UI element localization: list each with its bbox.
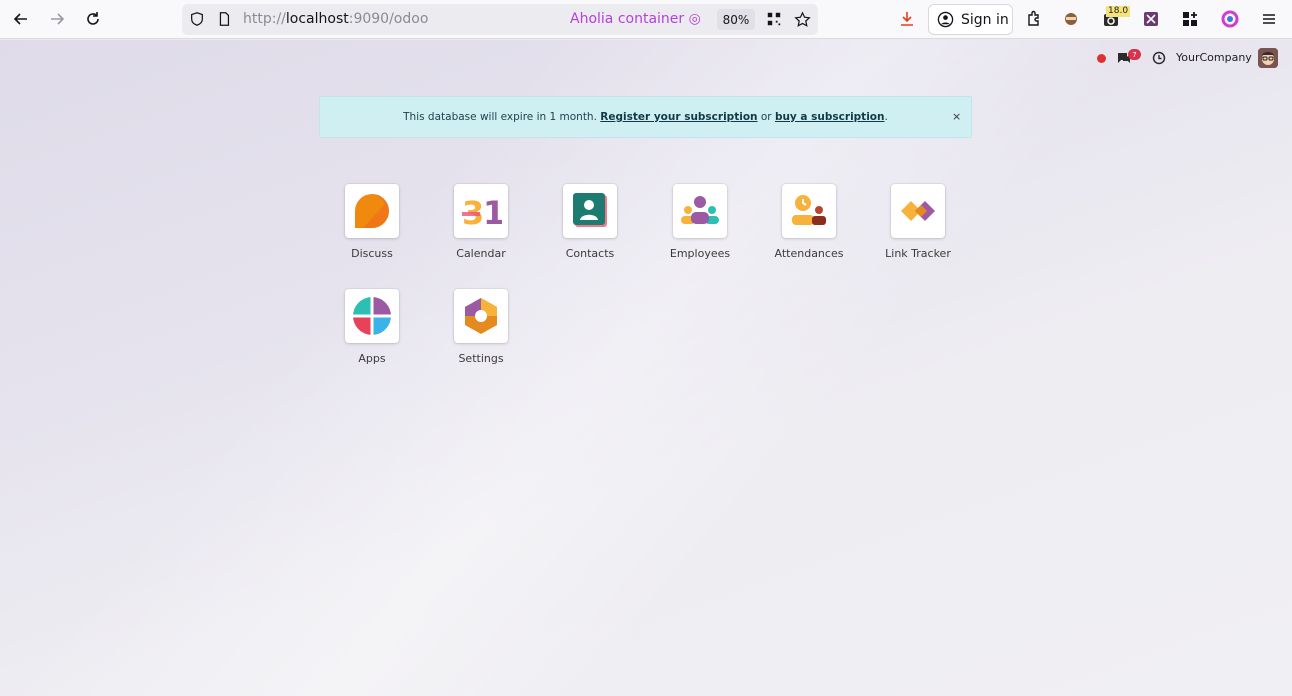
extension-odoo-debug[interactable] xyxy=(1057,5,1085,33)
qr-code-icon[interactable] xyxy=(765,10,783,28)
url-bar[interactable]: http://localhost:9090/odoo Aholia contai… xyxy=(182,4,818,35)
app-link-tracker[interactable]: Link Tracker xyxy=(868,184,968,274)
employees-icon xyxy=(681,196,719,224)
background-sheen xyxy=(0,40,1292,696)
downloads-button[interactable] xyxy=(893,5,921,33)
reload-icon xyxy=(87,12,99,25)
container-label[interactable]: Aholia container ◎ xyxy=(570,11,701,27)
page-info-icon[interactable] xyxy=(215,10,233,28)
ninja-icon xyxy=(1065,13,1077,25)
app-discuss[interactable]: Discuss xyxy=(322,184,422,274)
app-apps[interactable]: Apps xyxy=(322,289,422,379)
forward-button[interactable] xyxy=(43,5,71,33)
sign-in-button[interactable]: Sign in xyxy=(928,4,1013,35)
user-avatar[interactable] xyxy=(1258,48,1278,68)
clock-icon[interactable] xyxy=(1152,51,1166,65)
discuss-icon xyxy=(355,194,389,228)
zoom-level[interactable]: 80% xyxy=(717,9,755,30)
arrow-left-icon xyxy=(13,13,27,25)
chat-counter: 7 xyxy=(1128,49,1141,60)
apps-icon xyxy=(353,297,391,335)
odoo-home-page: 7 YourCompany This database will expire … xyxy=(0,40,1292,696)
extensions-button[interactable] xyxy=(1020,5,1048,33)
banner-message: This database will expire in 1 month. Re… xyxy=(403,111,888,123)
x-extension-icon xyxy=(1144,12,1158,26)
grid-plus-icon xyxy=(1183,12,1197,26)
link-tracker-icon xyxy=(901,201,935,221)
contacts-icon xyxy=(573,193,607,227)
shield-icon[interactable] xyxy=(188,10,206,28)
app-employees[interactable]: Employees xyxy=(650,184,750,274)
extension-color[interactable] xyxy=(1216,5,1244,33)
svg-text:1: 1 xyxy=(483,194,502,232)
bookmark-star-icon[interactable] xyxy=(793,10,811,28)
expiration-banner: This database will expire in 1 month. Re… xyxy=(319,96,972,138)
back-button[interactable] xyxy=(7,5,35,33)
reload-button[interactable] xyxy=(79,5,107,33)
app-contacts[interactable]: Contacts xyxy=(540,184,640,274)
attendances-icon xyxy=(792,195,826,225)
extension-x[interactable] xyxy=(1137,5,1165,33)
arrow-right-icon xyxy=(51,13,65,25)
url-text[interactable]: http://localhost:9090/odoo xyxy=(243,11,428,27)
puzzle-icon xyxy=(1028,10,1039,26)
download-icon xyxy=(901,12,913,26)
settings-icon xyxy=(465,298,497,334)
notification-dot[interactable] xyxy=(1097,54,1106,63)
account-icon xyxy=(937,11,954,28)
buy-subscription-link[interactable]: buy a subscription xyxy=(775,111,885,123)
app-attendances[interactable]: Attendances xyxy=(759,184,859,274)
hamburger-icon xyxy=(1263,14,1275,24)
calendar-icon: 31 xyxy=(462,194,502,232)
app-calendar[interactable]: 31 Calendar xyxy=(431,184,531,274)
extension-version-badge: 18.0 xyxy=(1106,6,1131,17)
company-switcher[interactable]: YourCompany xyxy=(1176,51,1252,64)
color-wheel-icon xyxy=(1221,10,1239,28)
fingerprint-icon: ◎ xyxy=(688,11,701,27)
banner-close-button[interactable]: × xyxy=(952,110,961,123)
register-subscription-link[interactable]: Register your subscription xyxy=(600,111,757,123)
browser-toolbar: http://localhost:9090/odoo Aholia contai… xyxy=(0,0,1292,39)
extension-grid[interactable] xyxy=(1176,5,1204,33)
menu-button[interactable] xyxy=(1255,5,1283,33)
app-settings[interactable]: Settings xyxy=(431,289,531,379)
